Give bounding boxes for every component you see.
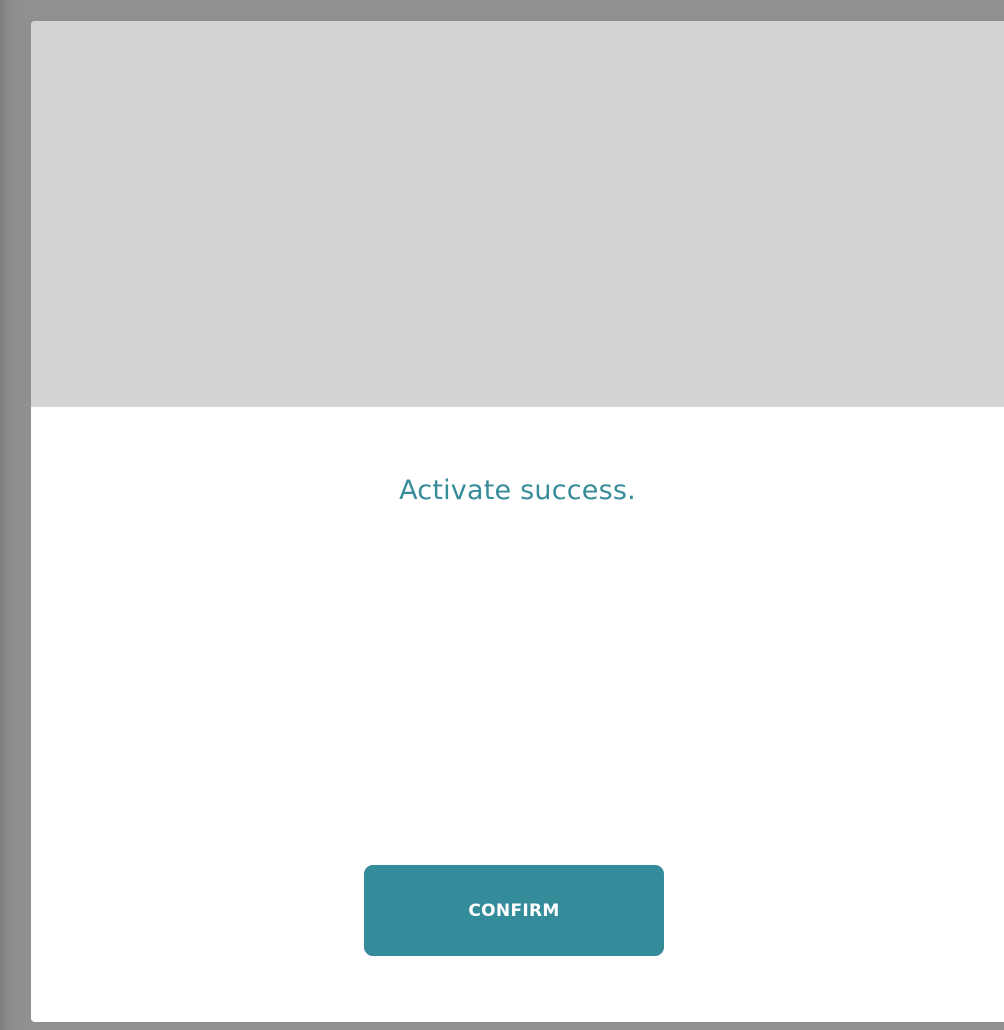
activation-message: Activate success.	[399, 475, 636, 506]
dialog-header-placeholder	[31, 21, 1004, 407]
confirm-button[interactable]: CONFIRM	[364, 865, 664, 956]
activation-dialog: Activate success. CONFIRM	[31, 21, 1004, 1022]
